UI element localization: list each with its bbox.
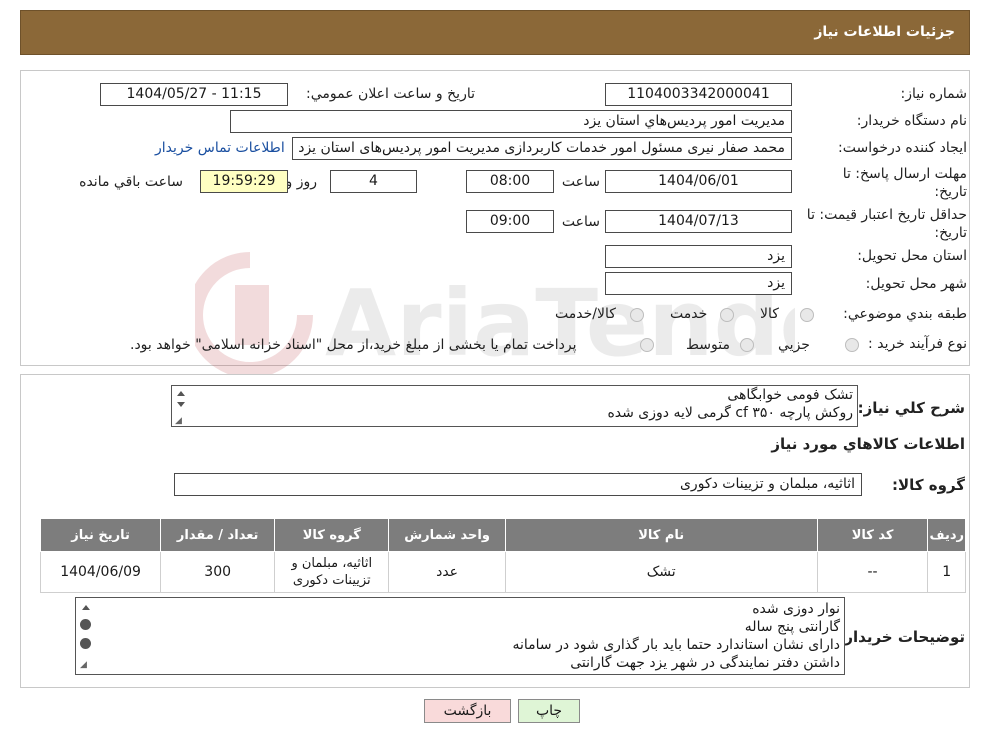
process-option-minor: جزيي [778,337,810,353]
description-line-1: تشک فومی خوابگاهی [727,387,853,403]
province-field: يزد [605,245,792,268]
process-label: نوع فرآيند خريد : [868,336,967,352]
goods-group-field: اثاثيه، مبلمان و تزيينات دكورى [174,473,862,496]
col-group-header: گروه كالا [274,518,390,552]
deadline-time-label: ساعت [561,174,600,190]
cell-group-line2: تزيينات دكورى [292,573,371,588]
deadline-label-line2: تاريخ: [934,184,967,200]
cell-unit: عدد [388,551,506,593]
buyer-org-label: نام دستگاه خريدار: [856,113,967,129]
print-button[interactable]: چاپ [518,699,580,723]
city-field: يزد [605,272,792,295]
col-date-header: تاريخ نياز [39,518,162,552]
announce-label: تاريخ و ساعت اعلان عمومي: [306,86,475,102]
back-button[interactable]: بازگشت [424,699,511,723]
buyer-notes-line-4: داشتن دفتر نمایندگی در شهر یزد جهت گاران… [570,655,840,671]
buyer-notes-line-3: دارای نشان استاندارد حتما باید بار گذاری… [512,637,840,653]
description-textarea[interactable]: تشک فومی خوابگاهی روکش پارچه ۳۵۰ cf گرمی… [171,385,858,427]
page-title: جزئیات اطلاعات نیاز [814,24,955,40]
province-label: استان محل تحويل: [857,248,967,264]
cell-group: اثاثيه، مبلمان و تزيينات دكورى [274,551,390,593]
validity-label-line1: حداقل تاريخ اعتبار قيمت: تا [806,207,967,223]
validity-time-field: 09:00 [466,210,554,233]
col-name-header: نام كالا [504,518,818,552]
notes-scroll-thumb-2[interactable] [80,638,91,649]
cell-qty: 300 [160,551,276,593]
process-radio-medium[interactable] [740,338,754,352]
description-label: شرح كلي نياز: [857,399,965,417]
col-qty-header: تعداد / مقدار [160,518,276,552]
col-code-header: كد كالا [816,518,929,552]
buyer-notes-label: توضيحات خريدار: [838,628,965,646]
notes-scroll-up-icon[interactable] [82,605,90,610]
need-number-label: شماره نیاز: [900,86,968,102]
cell-date: 1404/06/09 [39,551,162,593]
process-note: پرداخت تمام يا بخشى از مبلغ خريد،از محل … [130,337,577,353]
need-number-field: 1104003342000041 [605,83,792,106]
cell-code: -- [816,551,929,593]
buyer-notes-line-1: نوار دوزی شده [752,601,840,617]
col-unit-header: واحد شمارش [388,518,506,552]
process-option-medium: متوسط [686,337,730,353]
category-option-service: خدمت [670,306,708,322]
scroll-up-icon[interactable] [177,391,185,396]
cell-name: تشک [504,551,818,593]
goods-section-title: اطلاعات كالاهاي مورد نياز [771,435,965,453]
table-header-row: رديف كد كالا نام كالا واحد شمارش گروه كا… [39,518,966,552]
validity-time-label: ساعت [561,214,600,230]
remaining-label: ساعت باقي مانده [79,174,183,190]
process-radio-minor[interactable] [845,338,859,352]
remaining-time-field: 19:59:29 [200,170,288,193]
buyer-org-field: مديريت امور پرديس‌هاي استان يزد [230,110,792,133]
page-header: جزئیات اطلاعات نیاز [20,10,970,55]
deadline-label-line1: مهلت ارسال پاسخ: تا [842,166,967,182]
buyer-notes-line-2: گارانتی پنج ساله [744,619,840,635]
validity-label-line2: تاريخ: [934,225,967,241]
category-option-goods-service: كالا/خدمت [555,306,616,322]
col-row-header: رديف [927,518,966,552]
deadline-time-field: 08:00 [466,170,554,193]
category-option-goods: كالا [760,306,779,322]
goods-group-label: گروه كالا: [892,476,965,494]
description-line-2: روکش پارچه ۳۵۰ cf گرمی لایه دوزی شده [607,405,853,421]
process-radio-treasury[interactable] [640,338,654,352]
days-field: 4 [330,170,417,193]
announce-field: 1404/05/27 - 11:15 [100,83,288,106]
validity-date-field: 1404/07/13 [605,210,792,233]
cell-row: 1 [927,551,966,593]
creator-label: ايجاد كننده درخواست: [838,140,967,156]
category-label: طبقه بندي موضوعي: [843,306,967,322]
deadline-date-field: 1404/06/01 [605,170,792,193]
notes-resize-grip-icon[interactable]: ◢ [80,660,87,670]
notes-scroll-thumb[interactable] [80,619,91,630]
days-label: روز و [285,174,318,190]
buyer-notes-textarea[interactable]: نوار دوزی شده گارانتی پنج ساله دارای نشا… [75,597,845,675]
category-radio-goods-service[interactable] [630,308,644,322]
creator-field: محمد صفار نيرى مسئول امور خدمات كاربرداز… [292,137,792,160]
category-radio-goods[interactable] [800,308,814,322]
table-row: 1 -- تشک عدد اثاثيه، مبلمان و تزيينات دك… [39,551,966,593]
cell-group-line1: اثاثيه، مبلمان و [291,556,373,571]
scroll-down-icon[interactable] [177,402,185,407]
contact-info-link[interactable]: اطلاعات تماس خريدار [155,140,285,156]
resize-grip-icon[interactable]: ◢ [175,416,182,426]
category-radio-service[interactable] [720,308,734,322]
items-table: رديف كد كالا نام كالا واحد شمارش گروه كا… [39,518,966,593]
city-label: شهر محل تحويل: [865,276,967,292]
